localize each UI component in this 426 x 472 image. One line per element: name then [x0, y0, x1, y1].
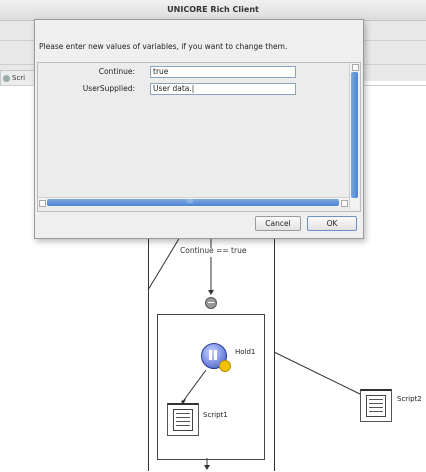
dialog-message: Please enter new values of variables, if…	[39, 42, 288, 51]
ok-button[interactable]: OK	[307, 216, 357, 231]
variable-label-continue: Continue:	[98, 67, 135, 76]
script1-label: Script1	[203, 411, 228, 419]
transition-condition: Continue == true	[180, 246, 247, 255]
variable-label-usersupplied: UserSupplied:	[82, 84, 135, 93]
variables-panel: Continue: true UserSupplied: User data.|…	[37, 62, 361, 212]
hold-node-label: Hold1	[235, 348, 256, 356]
variable-field-usersupplied[interactable]: User data.|	[150, 83, 296, 95]
workflow-group[interactable]	[157, 314, 265, 460]
vertical-scrollbar[interactable]	[349, 63, 359, 209]
script2-label: Script2	[397, 395, 422, 403]
cancel-button[interactable]: Cancel	[255, 216, 301, 231]
join-node-dash	[208, 302, 214, 303]
variable-field-continue[interactable]: true	[150, 66, 296, 78]
scroll-up-arrow-icon[interactable]	[352, 64, 359, 71]
horizontal-scroll-thumb[interactable]: |||	[47, 197, 339, 206]
script2-node-icon[interactable]	[360, 389, 392, 422]
horizontal-scrollbar[interactable]: |||	[38, 197, 349, 207]
scroll-grip: |||	[187, 197, 194, 204]
vertical-scroll-thumb[interactable]	[351, 72, 358, 198]
scroll-left-arrow-icon[interactable]	[39, 200, 46, 207]
pause-bar-left	[209, 350, 212, 360]
variables-dialog: Please enter new values of variables, if…	[34, 19, 364, 239]
join-node-icon[interactable]	[205, 297, 217, 309]
script1-node-icon[interactable]	[167, 403, 199, 436]
play-badge-icon	[219, 360, 231, 372]
pause-bar-right	[214, 350, 217, 360]
scroll-right-arrow-icon[interactable]	[341, 200, 348, 207]
